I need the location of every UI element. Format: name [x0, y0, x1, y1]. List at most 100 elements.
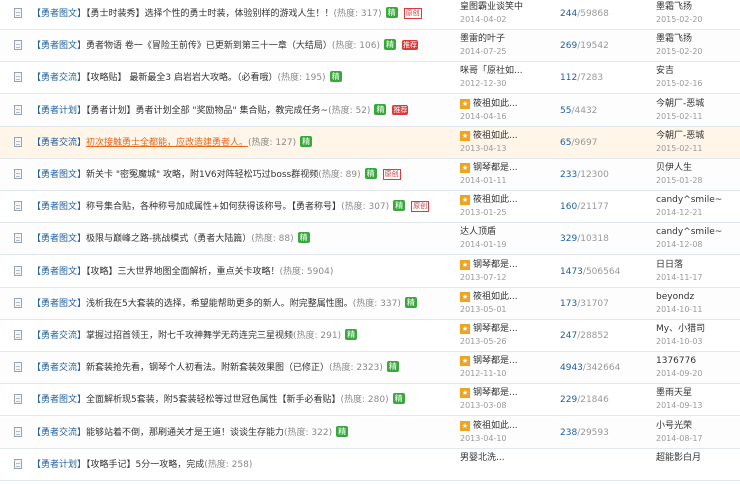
last-poster-link[interactable]: 超能影白月: [656, 452, 738, 465]
thread-title-link[interactable]: 【攻略】三大世界地图全面解析，重点关卡攻略！: [86, 267, 280, 277]
post-date: 2013-04-10: [460, 433, 507, 443]
heat-count: (热度: 127): [248, 137, 297, 148]
thread-title-link[interactable]: 极限与巅峰之路-挑战模式（勇者大陆篇）: [86, 234, 251, 244]
thread-row[interactable]: 【勇者图文】【攻略】三大世界地图全面解析，重点关卡攻略！(热度: 5904) ★ 钢…: [0, 256, 740, 288]
thread-row[interactable]: 【勇者图文】新关卡 "密冤魔城" 攻略，附1V6对阵轻松巧过boss群视频(热度…: [0, 159, 740, 191]
thread-title-link[interactable]: 【勇者计划】勇者计划全部 "奖励物品" 集合贴，教完成任务~: [86, 106, 328, 116]
thread-row[interactable]: 【勇者计划】【勇者计划】勇者计划全部 "奖励物品" 集合贴，教完成任务~(热度:…: [0, 94, 740, 127]
last-poster-link[interactable]: 小号光荣: [656, 420, 738, 433]
star-icon: ★: [460, 98, 470, 109]
category-link[interactable]: 【勇者交流】: [32, 363, 86, 373]
fine-badge: 精: [345, 329, 358, 340]
author-link[interactable]: 达人顶盾: [460, 227, 496, 237]
author-link[interactable]: 钢琴都是...: [473, 356, 518, 366]
last-poster-link[interactable]: candy^smile~: [656, 226, 738, 239]
last-poster-link[interactable]: 今朝厂-恶城: [656, 98, 738, 111]
author-link[interactable]: 咪哥「原社如...: [460, 66, 523, 76]
document-icon: [14, 362, 22, 373]
last-poster-link[interactable]: 贝伊人生: [656, 162, 738, 175]
star-icon: ★: [460, 420, 470, 431]
thread-row[interactable]: 【勇者交流】【攻略贴】 最新最全3 启岩岩大攻略。（必看哦）(热度: 195) 精…: [0, 62, 740, 95]
author-link[interactable]: 皇图霸业谈笑中: [460, 2, 523, 12]
category-link[interactable]: 【勇者图文】: [32, 41, 86, 51]
author-cell: ★ 钢琴都是... 2013-05-26: [460, 323, 556, 348]
category-link[interactable]: 【勇者图文】: [32, 299, 86, 309]
last-poster-link[interactable]: 墨霜飞扬: [656, 1, 738, 14]
category-link[interactable]: 【勇者交流】: [32, 428, 86, 438]
thread-row[interactable]: 【勇者交流】掌握过招首领王，附七千攻神舞学无药连完三星视频(热度: 291) 精 ★…: [0, 320, 740, 352]
star-icon: ★: [460, 356, 470, 367]
last-post-date: 2014-10-03: [656, 337, 703, 346]
author-link[interactable]: 筱祖如此...: [473, 195, 518, 205]
thread-title-link[interactable]: 浅析我在5大套装的选择，希望能帮助更多的新人。附完整属性图。: [86, 299, 353, 309]
fine-badge: 精: [386, 361, 399, 373]
author-link[interactable]: 钢琴都是...: [473, 324, 518, 334]
reply-view-count: 160/21177: [560, 200, 626, 214]
category-link[interactable]: 【勇者计划】: [32, 460, 86, 470]
last-poster-link[interactable]: 墨雨天星: [656, 387, 738, 400]
author-link[interactable]: 钢琴都是...: [473, 388, 518, 398]
thread-title-link[interactable]: 【攻略手记】5分一攻略，完成: [86, 460, 204, 470]
fine-badge: 精: [300, 135, 313, 147]
category-link[interactable]: 【勇者计划】: [32, 106, 86, 116]
thread-title-cell: 【勇者交流】掌握过招首领王，附七千攻神舞学无药连完三星视频(热度: 291) 精: [32, 329, 452, 343]
document-icon: [14, 458, 22, 469]
author-link[interactable]: 筱祖如此...: [473, 292, 518, 302]
thread-title-link[interactable]: 掌握过招首领王，附七千攻神舞学无药连完三星视频: [86, 331, 293, 341]
category-link[interactable]: 【勇者交流】: [32, 73, 86, 83]
last-poster-link[interactable]: beyondz: [656, 291, 738, 304]
category-link[interactable]: 【勇者图文】: [32, 234, 86, 244]
thread-row[interactable]: 【勇者图文】【勇士时装秀】选择个性的勇士时装，体验别样的游戏人生！！(热度: 3…: [0, 0, 740, 30]
author-link[interactable]: 筱祖如此...: [473, 99, 518, 109]
category-link[interactable]: 【勇者图文】: [32, 9, 86, 19]
thread-title-link[interactable]: 初次接触勇士全都能，应改造建勇者人。: [86, 138, 248, 148]
thread-title-link[interactable]: 新关卡 "密冤魔城" 攻略，附1V6对阵轻松巧过boss群视频: [86, 170, 318, 180]
thread-title-link[interactable]: 【勇士时装秀】选择个性的勇士时装，体验别样的游戏人生！！: [86, 9, 334, 19]
last-poster-link[interactable]: 日日落: [656, 259, 738, 272]
document-icon: [14, 40, 22, 51]
thread-title-cell: 【勇者图文】称号集合贴，各种称号加成属性+如何获得该称号。【勇者称号】(热度: …: [32, 200, 452, 214]
view-count: 342664: [585, 363, 621, 374]
thread-row[interactable]: 【勇者图文】极限与巅峰之路-挑战模式（勇者大陆篇）(热度: 88) 精达人顶盾 20…: [0, 223, 740, 256]
fine-badge: 精: [384, 39, 396, 51]
thread-row[interactable]: 【勇者图文】称号集合贴，各种称号加成属性+如何获得该称号。【勇者称号】(热度: …: [0, 191, 740, 224]
last-poster-link[interactable]: 今朝厂-恶城: [656, 130, 738, 143]
last-poster-link[interactable]: candy^smile~: [656, 194, 738, 207]
author-link[interactable]: 墨雷的叶子: [460, 34, 505, 44]
thread-row[interactable]: 【勇者计划】【攻略手记】5分一攻略，完成(热度: 258) 男婴北洗... 超能影白…: [0, 449, 740, 481]
author-link[interactable]: 筱祖如此...: [473, 131, 518, 141]
category-link[interactable]: 【勇者图文】: [32, 170, 86, 180]
thread-row[interactable]: 【勇者图文】浅析我在5大套装的选择，希望能帮助更多的新人。附完整属性图。(热度:…: [0, 287, 740, 320]
last-poster-link[interactable]: My、小猎司: [656, 323, 738, 336]
heat-count: (热度: 89): [318, 170, 361, 180]
last-poster-link[interactable]: 墨霜飞扬: [656, 33, 738, 46]
thread-title-link[interactable]: 能够站着不倒，那刷通关才是王道！谈谈生存能力: [86, 428, 284, 438]
thread-row[interactable]: 【勇者交流】能够站着不倒，那刷通关才是王道！谈谈生存能力(热度: 322) 精 ★ 筱…: [0, 416, 740, 449]
author-link[interactable]: 钢琴都是...: [473, 260, 518, 270]
thread-title-link[interactable]: 新套装抢先看，钢琴个人初看法。附新套装效果图（已修正）: [86, 363, 329, 373]
category-link[interactable]: 【勇者交流】: [32, 138, 86, 148]
thread-title-link[interactable]: 称号集合贴，各种称号加成属性+如何获得该称号。【勇者称号】: [86, 202, 341, 212]
thread-title-link[interactable]: 勇者物语 卷一《冒险王前传》已更新到第三十一章（大结局）: [86, 41, 332, 51]
thread-row[interactable]: 【勇者图文】全面解析现5套装，附5套装轻松等过世冠色属性【新手必看贴】(热度: …: [0, 384, 740, 417]
category-link[interactable]: 【勇者图文】: [32, 267, 86, 277]
star-icon: ★: [460, 163, 470, 173]
author-link[interactable]: 筱祖如此...: [473, 421, 518, 431]
category-link[interactable]: 【勇者图文】: [32, 202, 86, 212]
author-link[interactable]: 钢琴都是...: [473, 163, 518, 173]
last-poster-link[interactable]: 安吉: [656, 65, 738, 78]
thread-title-link[interactable]: 【攻略贴】 最新最全3 启岩岩大攻略。（必看哦）: [86, 73, 277, 83]
thread-icon: [14, 330, 24, 341]
thread-row[interactable]: 【勇者图文】勇者物语 卷一《冒险王前传》已更新到第三十一章（大结局）(热度: 1…: [0, 30, 740, 63]
thread-row[interactable]: 【勇者交流】初次接触勇士全都能，应改造建勇者人。(热度: 127) 精 ★ 筱祖如此.…: [0, 126, 740, 159]
heat-count: (热度: 5904): [279, 266, 334, 277]
thread-row[interactable]: 【勇者交流】新套装抢先看，钢琴个人初看法。附新套装效果图（已修正）(热度: 23…: [0, 352, 740, 385]
fine-badge: 精: [393, 200, 406, 212]
author-link[interactable]: 男婴北洗...: [460, 453, 505, 463]
last-poster-link[interactable]: 1376776: [656, 355, 738, 368]
thread-title-link[interactable]: 全面解析现5套装，附5套装轻松等过世冠色属性【新手必看贴】: [86, 395, 340, 405]
thread-title-cell: 【勇者图文】极限与巅峰之路-挑战模式（勇者大陆篇）(热度: 88) 精: [32, 232, 452, 246]
category-link[interactable]: 【勇者图文】: [32, 395, 86, 405]
orig-badge: 原创: [403, 8, 422, 19]
category-link[interactable]: 【勇者交流】: [32, 331, 86, 341]
